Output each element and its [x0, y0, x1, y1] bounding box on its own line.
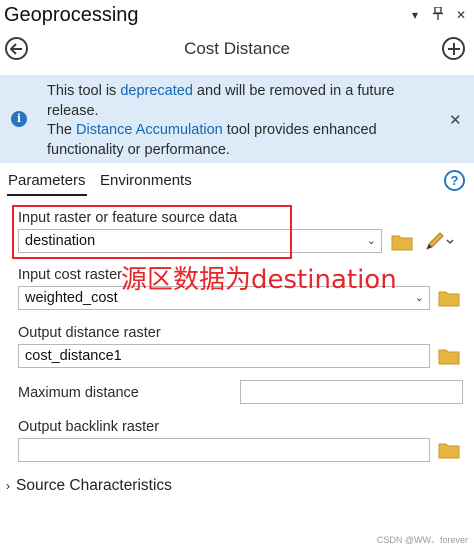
info-icon: i — [11, 111, 27, 127]
back-button[interactable] — [5, 37, 28, 60]
section-title: Source Characteristics — [16, 477, 172, 494]
back-arrow-icon — [10, 42, 22, 55]
tab-parameters[interactable]: Parameters — [8, 172, 86, 189]
close-icon[interactable]: ✕ — [454, 8, 468, 22]
source-characteristics-section[interactable]: › Source Characteristics — [6, 477, 172, 495]
deprecated-link[interactable]: deprecated — [120, 83, 193, 99]
cost-raster-value: weighted_cost — [25, 290, 118, 306]
tab-environments[interactable]: Environments — [100, 172, 192, 189]
dropdown-icon[interactable]: ▾ — [408, 8, 422, 22]
chevron-down-icon: ⌄ — [366, 235, 376, 247]
chevron-down-icon: ⌄ — [414, 292, 424, 304]
backlink-raster-label: Output backlink raster — [18, 419, 160, 435]
plus-icon — [447, 42, 460, 55]
tab-bar: Parameters Environments — [0, 170, 474, 196]
deprecation-banner: i This tool is deprecated and will be re… — [0, 75, 474, 163]
banner-text: and will be removed in a future — [192, 83, 395, 99]
backlink-raster-input[interactable] — [18, 438, 430, 462]
banner-text: The — [47, 122, 77, 138]
annotation-highlight-box — [12, 205, 292, 259]
output-distance-input[interactable]: cost_distance1 — [18, 344, 430, 368]
folder-icon[interactable] — [438, 441, 460, 459]
folder-icon[interactable] — [391, 233, 413, 251]
annotation-text: 源区数据为destination — [121, 265, 397, 295]
output-distance-value: cost_distance1 — [25, 348, 122, 364]
banner-text: functionality or performance. — [47, 141, 230, 158]
pane-header: Geoprocessing ▾ ✕ — [0, 0, 474, 30]
active-tab-indicator — [7, 194, 87, 196]
distance-accumulation-link[interactable]: Distance Accumulation — [76, 122, 223, 138]
banner-close-icon[interactable]: ✕ — [449, 111, 462, 129]
pencil-icon[interactable] — [425, 232, 455, 252]
pane-controls: ▾ ✕ — [408, 6, 468, 23]
banner-text: This tool is — [47, 83, 121, 99]
banner-message: This tool is deprecated and will be remo… — [47, 82, 427, 160]
help-icon[interactable]: ? — [444, 170, 465, 191]
output-distance-label: Output distance raster — [18, 325, 161, 341]
chevron-right-icon: › — [6, 479, 10, 493]
watermark: CSDN @WW、forever — [376, 535, 468, 545]
tool-title: Cost Distance — [184, 39, 290, 58]
max-distance-label: Maximum distance — [18, 385, 139, 401]
banner-text: release. — [47, 102, 99, 119]
tool-bar: Cost Distance — [0, 33, 474, 65]
folder-icon[interactable] — [438, 289, 460, 307]
banner-text: tool provides enhanced — [222, 122, 377, 138]
max-distance-input[interactable] — [240, 380, 463, 404]
add-button[interactable] — [442, 37, 465, 60]
cost-raster-label: Input cost raster — [18, 267, 122, 283]
folder-icon[interactable] — [438, 347, 460, 365]
pane-title: Geoprocessing — [4, 3, 139, 26]
pin-icon[interactable] — [431, 6, 445, 23]
